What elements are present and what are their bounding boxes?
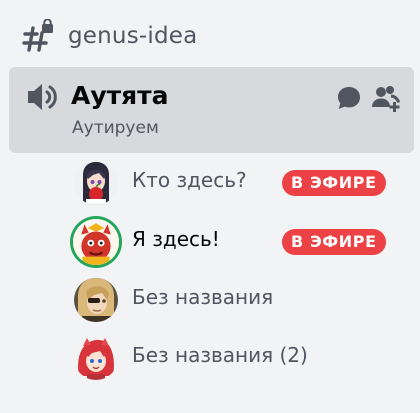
participant-name: Без названия [132, 285, 274, 309]
hash-lock-icon [22, 19, 53, 52]
chat-icon[interactable] [335, 84, 363, 112]
participant-bez-nazvaniya-2[interactable]: Без названия (2) [72, 333, 402, 383]
text-channel-genus-idea[interactable]: genus-idea [22, 16, 197, 56]
red-creature-avatar [73, 219, 119, 265]
live-badge: В ЭФИРЕ [282, 229, 386, 255]
participant-bez-nazvaniya[interactable]: Без названия [72, 275, 402, 325]
blonde-character-avatar [74, 278, 118, 322]
participant-kto-zdes[interactable]: Кто здесь? В ЭФИРЕ [72, 158, 402, 208]
voice-channel-name: Аутята [71, 81, 169, 110]
participant-name: Я здесь! [132, 227, 220, 251]
anime-girl-red-apple-avatar [74, 161, 118, 205]
speaker-icon [28, 84, 57, 110]
voice-channel-autyata[interactable]: Аутята Аутируем [9, 67, 414, 153]
invite-icon[interactable] [371, 83, 401, 113]
voice-channel-status: Аутируем [72, 118, 159, 138]
participant-name: Кто здесь? [132, 168, 247, 192]
red-hair-character-avatar [74, 336, 118, 380]
live-badge: В ЭФИРЕ [282, 170, 386, 196]
channel-list: genus-idea Аутята Аутируем Кто здесь? В … [0, 0, 420, 413]
participant-name: Без названия (2) [132, 343, 308, 367]
text-channel-name: genus-idea [68, 23, 198, 49]
participant-ya-zdes[interactable]: Я здесь! В ЭФИРЕ [72, 217, 402, 267]
